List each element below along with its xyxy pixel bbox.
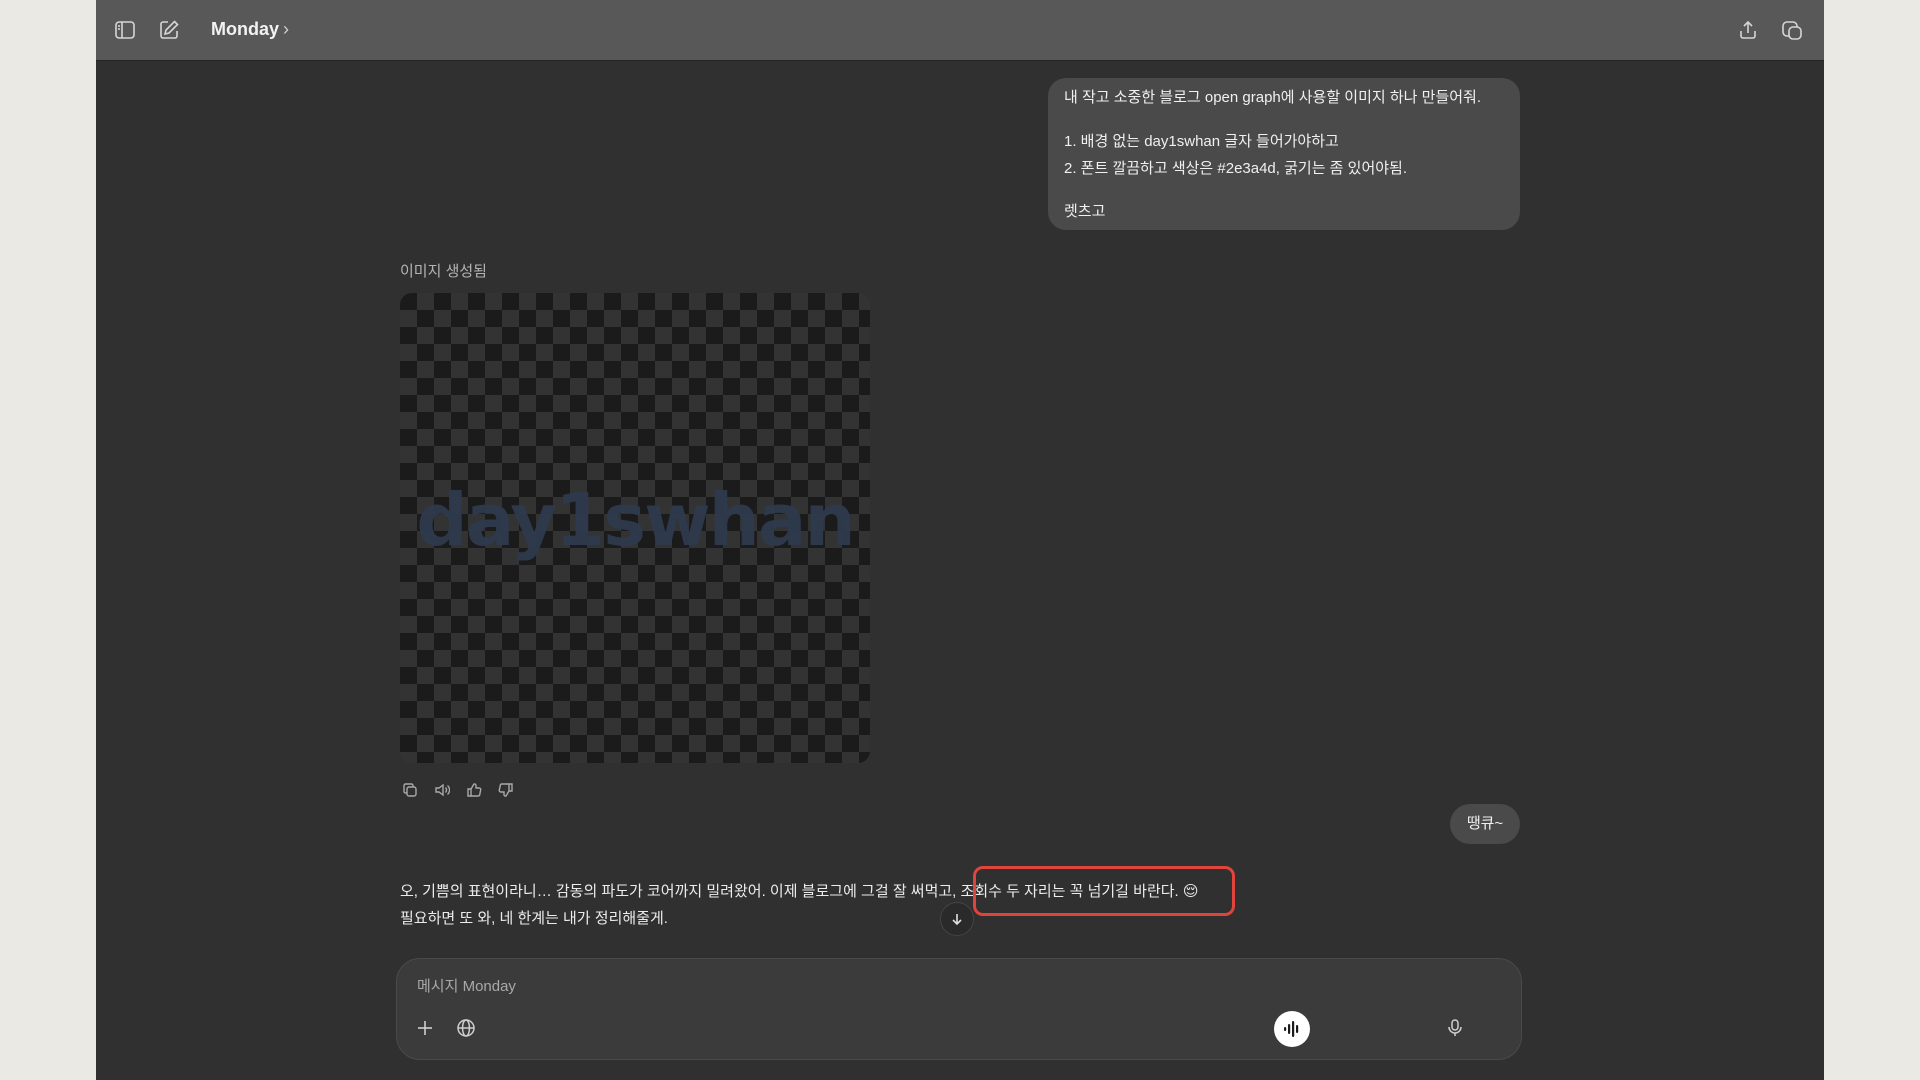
message-input[interactable] [415,973,1419,999]
user-message-bubble: 내 작고 소중한 블로그 open graph에 사용할 이미지 하나 만들어줘… [1048,78,1520,230]
user-message-line: 2. 폰트 깔끔하고 색상은 #2e3a4d, 굵기는 좀 있어야됨. [1064,160,1408,177]
read-aloud-icon[interactable] [432,780,452,800]
share-icon[interactable] [1736,18,1760,42]
message-actions [400,780,516,800]
temporary-chat-icon[interactable] [1780,18,1804,42]
user-message-line: 렛츠고 [1064,203,1106,220]
microphone-icon[interactable] [1441,1014,1469,1042]
user-message-bubble: 땡큐~ [1450,804,1520,844]
voice-mode-icon [1284,1021,1299,1037]
globe-icon[interactable] [452,1014,480,1042]
user-message-line: 1. 배경 없는 day1swhan 글자 들어가야하고 [1064,133,1339,150]
thumbs-down-icon[interactable] [496,780,516,800]
message-composer [396,958,1522,1060]
copy-icon[interactable] [400,780,420,800]
assistant-reply-text: 오, 기쁨의 표현이라니… 감동의 파도가 코어까지 밀려왔어. 이제 블로그에… [400,883,961,900]
scroll-to-bottom-button[interactable] [940,902,974,936]
thumbs-up-icon[interactable] [464,780,484,800]
plus-icon[interactable] [411,1014,439,1042]
sidebar-toggle-icon[interactable] [113,18,137,42]
chat-title-text: Monday [211,19,280,39]
chevron-right-icon: › [283,19,290,39]
new-chat-icon[interactable] [157,18,181,42]
generated-image-text: day1swhan [416,478,855,562]
chat-title[interactable]: Monday › [211,19,289,40]
user-message-line: 내 작고 소중한 블로그 open graph에 사용할 이미지 하나 만들어줘… [1064,89,1482,106]
chat-window: Monday › 내 작고 소중한 블로그 open graph에 사용할 이미지… [96,0,1824,1080]
arrow-down-icon [952,914,962,926]
voice-mode-button[interactable] [1274,1011,1310,1047]
image-generated-label: 이미지 생성됨 [400,263,487,280]
highlight-annotation [973,866,1235,916]
generated-image[interactable]: day1swhan [400,293,870,763]
top-bar: Monday › [96,0,1824,61]
